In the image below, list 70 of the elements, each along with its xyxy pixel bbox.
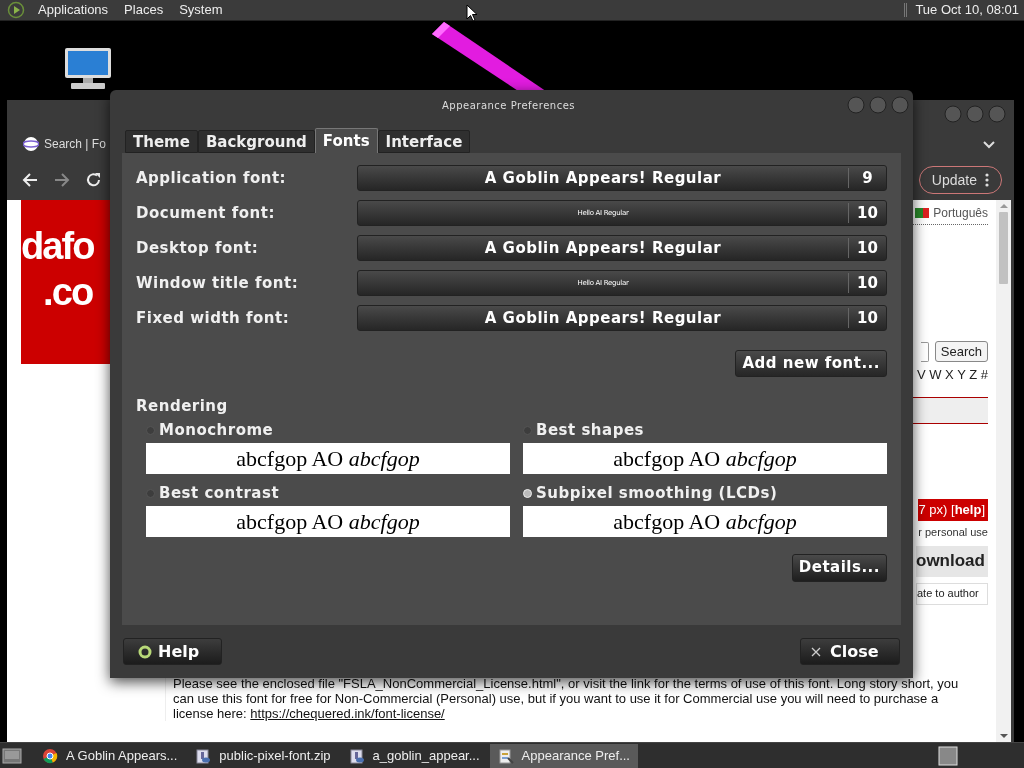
- close-button[interactable]: Close: [800, 638, 900, 665]
- details-button[interactable]: Details...: [791, 553, 887, 582]
- computer-icon: [63, 46, 113, 90]
- license-link[interactable]: https://chequered.ink/font-license/: [250, 706, 445, 721]
- browser-icon: [42, 747, 58, 764]
- close-icon: [811, 646, 821, 657]
- font-label: Window title font:: [136, 272, 300, 294]
- more-icon: [985, 173, 989, 187]
- cursor-icon: [466, 4, 478, 22]
- archive-icon: [195, 747, 212, 764]
- tab[interactable]: Interface: [377, 130, 471, 153]
- radio-label[interactable]: Best contrast: [159, 482, 280, 505]
- panel-clock: Tue Oct 10, 08:01: [915, 1, 1019, 20]
- panel-menu[interactable]: Applications: [33, 0, 114, 20]
- window-control-icon[interactable]: [847, 96, 865, 114]
- taskbar-item[interactable]: A Goblin Appears...: [34, 743, 186, 768]
- section-heading: Rendering: [136, 396, 229, 417]
- download-button[interactable]: ownload: [916, 545, 988, 577]
- sample-preview: abcfgop AO abcfgop: [523, 442, 887, 474]
- window-control-icon[interactable]: [891, 96, 909, 114]
- browser-tab[interactable]: Search | Fo: [23, 129, 106, 159]
- panel-menu[interactable]: System: [174, 0, 228, 20]
- language-link[interactable]: Português: [915, 205, 988, 221]
- help-button[interactable]: Help: [123, 638, 222, 665]
- workspace-icon[interactable]: [938, 745, 958, 766]
- search-button[interactable]: Search: [934, 341, 988, 362]
- tab[interactable]: Theme: [125, 130, 198, 153]
- font-picker-button[interactable]: A Goblin Appears! Regular 10: [357, 235, 887, 261]
- font-picker-button[interactable]: A Goblin Appears! Regular 9: [357, 165, 887, 191]
- back-icon[interactable]: [21, 171, 39, 189]
- panel-separator: [904, 3, 908, 17]
- tab[interactable]: Fonts: [314, 128, 378, 153]
- taskbar-item[interactable]: public-pixel-font.zip: [187, 743, 339, 768]
- add-font-button[interactable]: Add new font...: [735, 350, 887, 377]
- reload-icon[interactable]: [85, 171, 103, 189]
- favicon-icon: [23, 136, 39, 152]
- archive-icon: [348, 747, 365, 764]
- alphabet-index[interactable]: V W X Y Z #: [916, 367, 988, 383]
- taskbar-item[interactable]: Appearance Pref...: [489, 743, 638, 768]
- radio-label[interactable]: Subpixel smoothing (LCDs): [536, 482, 778, 505]
- forward-icon[interactable]: [53, 171, 71, 189]
- font-label: Desktop font:: [136, 237, 260, 259]
- radio-label[interactable]: Best shapes: [536, 419, 644, 442]
- font-label: Document font:: [136, 202, 276, 224]
- window-control-icon[interactable]: [966, 105, 984, 123]
- tab[interactable]: Background: [197, 130, 315, 153]
- taskbar-item[interactable]: a_goblin_appear...: [340, 743, 488, 768]
- radio-label[interactable]: Monochrome: [159, 419, 274, 442]
- show-desktop-icon[interactable]: [2, 746, 22, 765]
- sample-preview: abcfgop AO abcfgop: [146, 505, 510, 537]
- font-picker-button[interactable]: A Goblin Appears! Regular 10: [357, 305, 887, 331]
- lifebuoy-icon: [138, 644, 152, 659]
- panel-menu[interactable]: Places: [119, 0, 169, 20]
- window-control-icon[interactable]: [988, 105, 1006, 123]
- font-label: Application font:: [136, 167, 288, 189]
- size-notice: 7 px) [help]: [917, 499, 988, 521]
- window-control-icon[interactable]: [869, 96, 887, 114]
- menu-logo-icon[interactable]: [7, 1, 25, 19]
- license-note: r personal use: [918, 525, 988, 540]
- logo-text: dafo: [21, 224, 94, 269]
- font-label: Fixed width font:: [136, 307, 291, 329]
- donate-button[interactable]: ate to author: [916, 582, 988, 605]
- sample-preview: abcfgop AO abcfgop: [523, 505, 887, 537]
- window-title: Appearance Preferences: [440, 98, 576, 113]
- search-field[interactable]: [920, 341, 929, 362]
- sample-preview: abcfgop AO abcfgop: [146, 442, 510, 474]
- document-icon: [497, 747, 514, 764]
- logo-text: .co: [42, 270, 93, 314]
- window-control-icon[interactable]: [944, 105, 962, 123]
- scrollbar[interactable]: [996, 200, 1011, 742]
